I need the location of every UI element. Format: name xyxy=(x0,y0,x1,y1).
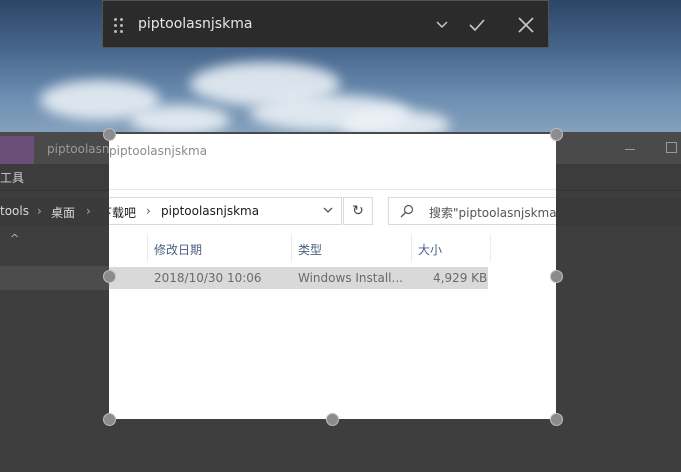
bg-breadcrumb-item[interactable]: tools xyxy=(0,204,29,218)
column-divider[interactable] xyxy=(411,234,412,262)
capture-region[interactable]: piptoolasnjskma 下载吧 › piptoolasnjskma ↻ … xyxy=(109,134,556,419)
chevron-down-icon[interactable] xyxy=(430,13,454,37)
table-row[interactable]: 2018/10/30 10:06 Windows Install... 4,92… xyxy=(109,267,488,289)
capture-name-field[interactable]: piptoolasnjskma xyxy=(138,16,252,32)
chevron-right-icon: › xyxy=(86,204,91,218)
capture-toolbar: piptoolasnjskma xyxy=(102,0,549,48)
search-icon xyxy=(400,204,414,222)
bg-ribbon-accent xyxy=(0,136,34,164)
chevron-right-icon: › xyxy=(37,204,42,218)
column-divider[interactable] xyxy=(147,234,148,262)
checkmark-icon[interactable] xyxy=(465,13,489,37)
window-title: piptoolasnjskma xyxy=(109,144,208,158)
cloud xyxy=(130,105,230,135)
refresh-button[interactable]: ↻ xyxy=(343,197,373,225)
collapse-caret-icon[interactable]: ^ xyxy=(10,232,19,245)
search-placeholder: 搜索"piptoolasnjskma" xyxy=(429,206,556,220)
bg-nav-selected-item[interactable] xyxy=(0,266,110,290)
column-divider[interactable] xyxy=(291,234,292,262)
resize-handle-bottom-left[interactable] xyxy=(103,413,116,426)
search-input[interactable]: 搜索"piptoolasnjskma" xyxy=(388,197,556,225)
refresh-icon: ↻ xyxy=(352,203,364,219)
cell-modified: 2018/10/30 10:06 xyxy=(154,271,262,285)
bg-breadcrumb-item[interactable]: 桌面 xyxy=(51,204,75,221)
close-icon[interactable] xyxy=(514,13,538,37)
column-divider[interactable] xyxy=(490,234,491,262)
drag-handle-icon[interactable] xyxy=(114,18,126,34)
resize-handle-top-right[interactable] xyxy=(550,128,563,141)
chevron-down-icon[interactable] xyxy=(323,204,333,217)
divider xyxy=(109,189,556,190)
maximize-icon[interactable] xyxy=(666,142,677,153)
column-header-modified[interactable]: 修改日期 xyxy=(154,241,202,258)
minimize-icon[interactable] xyxy=(625,149,635,150)
resize-handle-bottom[interactable] xyxy=(326,413,339,426)
chevron-right-icon: › xyxy=(146,204,151,218)
column-header-type[interactable]: 类型 xyxy=(298,241,322,258)
cell-size: 4,929 KB xyxy=(433,271,488,285)
address-bar[interactable]: 下载吧 › piptoolasnjskma xyxy=(109,197,342,225)
cell-type: Windows Install... xyxy=(298,271,403,285)
column-header-size[interactable]: 大小 xyxy=(418,241,442,258)
resize-handle-right[interactable] xyxy=(550,270,563,283)
resize-handle-left[interactable] xyxy=(103,270,116,283)
resize-handle-bottom-right[interactable] xyxy=(550,413,563,426)
breadcrumb-item[interactable]: 下载吧 xyxy=(109,204,136,221)
breadcrumb-item[interactable]: piptoolasnjskma xyxy=(161,204,259,218)
bg-ribbon-tools-tab[interactable]: 工具 xyxy=(0,169,24,186)
resize-handle-top-left[interactable] xyxy=(103,128,116,141)
